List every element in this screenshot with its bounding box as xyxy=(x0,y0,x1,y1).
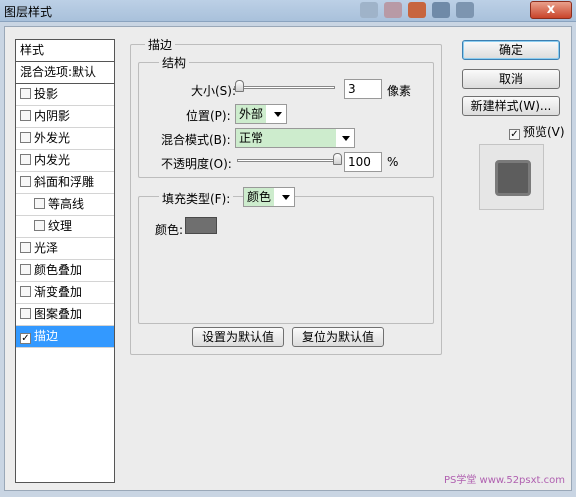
structure-group: 结构 大小(S): 3 像素 位置(P): 外部 混合模式(B): 正常 不透明… xyxy=(138,54,434,178)
blend-mode-value: 正常 xyxy=(236,129,336,147)
opacity-input[interactable]: 100 xyxy=(344,152,382,172)
blend-mode-dropdown[interactable]: 正常 xyxy=(235,128,355,148)
size-slider-track[interactable] xyxy=(234,86,335,89)
opacity-slider-track[interactable] xyxy=(237,159,340,162)
style-item-2[interactable]: 外发光 xyxy=(16,128,114,150)
blend-mode-label: 混合模式(B): xyxy=(161,133,231,147)
style-item-label: 纹理 xyxy=(48,219,73,233)
blend-options-item[interactable]: 混合选项:默认 xyxy=(16,62,114,84)
style-item-8[interactable]: 颜色叠加 xyxy=(16,260,114,282)
chevron-down-icon xyxy=(274,112,282,117)
style-item-label: 等高线 xyxy=(48,197,85,211)
new-style-button[interactable]: 新建样式(W)... xyxy=(462,96,560,116)
preview-check-icon: ✓ xyxy=(509,129,520,140)
close-button[interactable]: x xyxy=(530,1,572,19)
style-item-label: 图案叠加 xyxy=(34,307,83,321)
checkbox-icon[interactable] xyxy=(20,110,31,121)
style-item-11[interactable]: ✓ 描边 xyxy=(16,326,114,348)
style-item-3[interactable]: 内发光 xyxy=(16,150,114,172)
style-item-10[interactable]: 图案叠加 xyxy=(16,304,114,326)
checkbox-icon[interactable] xyxy=(20,286,31,297)
size-unit: 像素 xyxy=(387,84,412,98)
chevron-down-icon xyxy=(282,195,290,200)
opacity-label: 不透明度(O): xyxy=(161,157,232,171)
checkbox-icon[interactable] xyxy=(20,308,31,319)
color-swatch[interactable] xyxy=(185,217,217,234)
checkbox-icon[interactable] xyxy=(20,88,31,99)
style-item-4[interactable]: 斜面和浮雕 xyxy=(16,172,114,194)
size-input[interactable]: 3 xyxy=(344,79,382,99)
style-list: 样式 混合选项:默认 投影内阴影外发光内发光斜面和浮雕等高线纹理光泽颜色叠加渐变… xyxy=(15,39,115,483)
fill-group: 填充类型(F): 颜色 颜色: xyxy=(138,187,434,324)
checkbox-icon[interactable]: ✓ xyxy=(20,333,31,344)
preview-swatch xyxy=(495,160,531,196)
opacity-unit: % xyxy=(387,155,399,169)
chevron-down-icon xyxy=(342,136,350,141)
reset-default-button[interactable]: 复位为默认值 xyxy=(292,327,384,347)
title-bar-decorations xyxy=(360,2,510,20)
style-item-label: 内阴影 xyxy=(34,109,71,123)
position-dropdown[interactable]: 外部 xyxy=(235,104,287,124)
checkbox-icon[interactable] xyxy=(20,154,31,165)
preview-thumbnail xyxy=(479,144,544,210)
cancel-button[interactable]: 取消 xyxy=(462,69,560,89)
ok-button[interactable]: 确定 xyxy=(462,40,560,60)
style-item-label: 描边 xyxy=(34,329,59,343)
window-title: 图层样式 xyxy=(4,5,53,19)
checkbox-icon[interactable] xyxy=(20,242,31,253)
stroke-group-title: 描边 xyxy=(145,36,176,53)
style-item-0[interactable]: 投影 xyxy=(16,84,114,106)
checkbox-icon[interactable] xyxy=(20,176,31,187)
set-default-button[interactable]: 设置为默认值 xyxy=(192,327,284,347)
style-item-label: 斜面和浮雕 xyxy=(34,175,95,189)
style-item-label: 投影 xyxy=(34,87,59,101)
style-item-label: 外发光 xyxy=(34,131,71,145)
style-item-label: 光泽 xyxy=(34,241,59,255)
checkbox-icon[interactable] xyxy=(34,198,45,209)
color-label: 颜色: xyxy=(155,223,184,237)
dialog-body: 样式 混合选项:默认 投影内阴影外发光内发光斜面和浮雕等高线纹理光泽颜色叠加渐变… xyxy=(4,26,572,491)
size-label: 大小(S): xyxy=(191,84,237,98)
style-item-6[interactable]: 纹理 xyxy=(16,216,114,238)
style-item-label: 内发光 xyxy=(34,153,71,167)
fill-type-dropdown[interactable]: 颜色 xyxy=(243,187,295,207)
title-bar: 图层样式 x xyxy=(0,0,576,22)
opacity-slider-thumb[interactable] xyxy=(333,153,342,165)
checkbox-icon[interactable] xyxy=(20,264,31,275)
style-item-label: 渐变叠加 xyxy=(34,285,83,299)
stroke-group: 描边 结构 大小(S): 3 像素 位置(P): 外部 混合模式(B): 正常 … xyxy=(130,36,442,355)
position-value: 外部 xyxy=(236,105,267,123)
size-slider-thumb[interactable] xyxy=(235,80,244,92)
preview-checkbox[interactable]: ✓ 预览(V) xyxy=(509,123,565,140)
checkbox-icon[interactable] xyxy=(34,220,45,231)
style-item-1[interactable]: 内阴影 xyxy=(16,106,114,128)
preview-label: 预览(V) xyxy=(523,125,565,139)
fill-type-value: 颜色 xyxy=(244,188,275,206)
style-item-label: 颜色叠加 xyxy=(34,263,83,277)
position-label: 位置(P): xyxy=(186,109,231,123)
style-item-9[interactable]: 渐变叠加 xyxy=(16,282,114,304)
watermark: PS学堂 www.52psxt.com xyxy=(443,475,565,486)
style-list-header[interactable]: 样式 xyxy=(16,40,114,62)
checkbox-icon[interactable] xyxy=(20,132,31,143)
fill-type-label: 填充类型(F): xyxy=(159,190,234,207)
structure-title: 结构 xyxy=(159,54,190,71)
style-item-7[interactable]: 光泽 xyxy=(16,238,114,260)
style-item-5[interactable]: 等高线 xyxy=(16,194,114,216)
